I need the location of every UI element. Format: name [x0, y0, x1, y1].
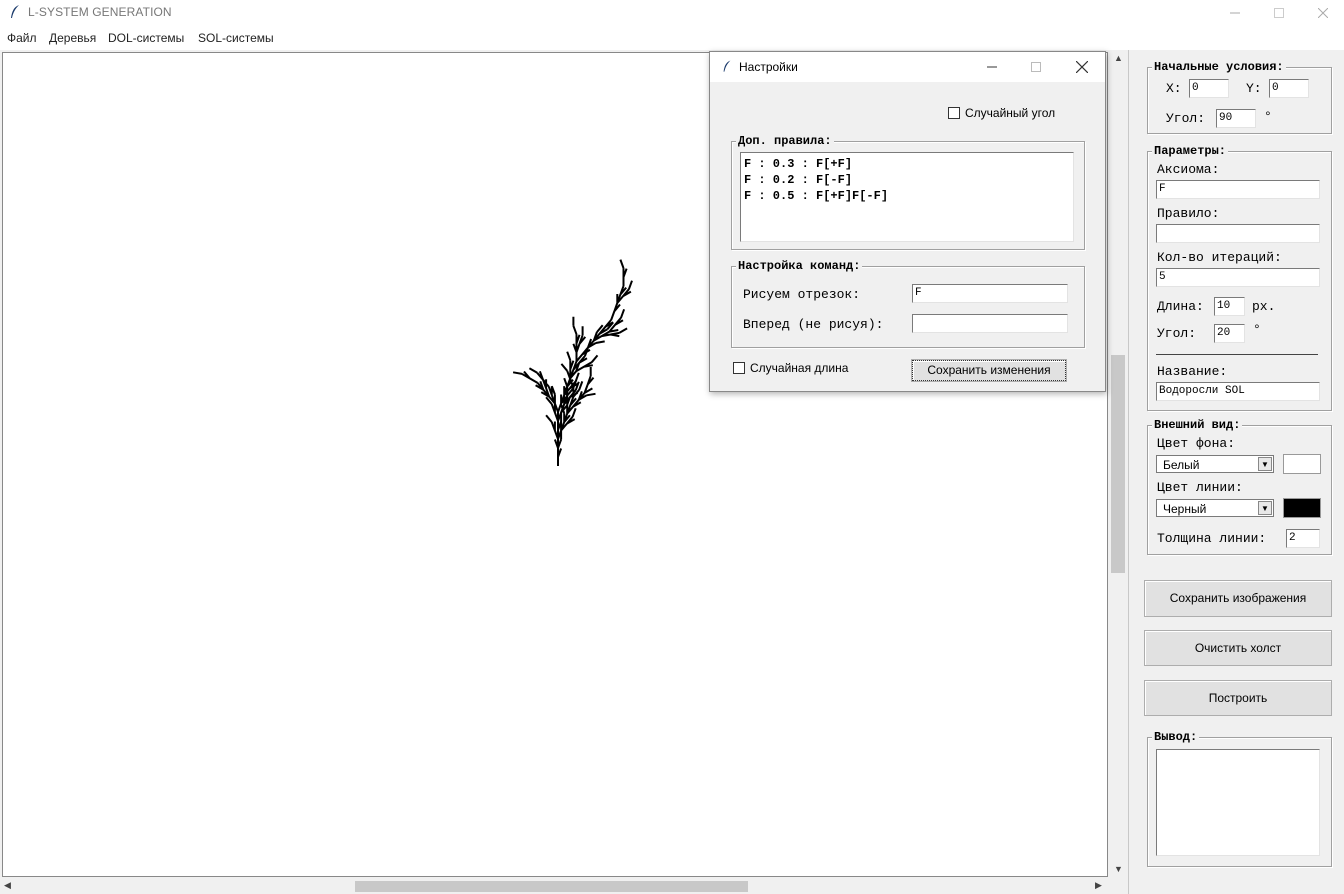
- x-label: X:: [1166, 81, 1182, 96]
- menu-bar: Файл Деревья DOL-системы SOL-системы: [0, 26, 1344, 50]
- scroll-left-icon[interactable]: ◀: [4, 880, 11, 891]
- rule-line: F : 0.5 : F[+F]F[-F]: [744, 189, 889, 203]
- minimize-icon: [1230, 12, 1240, 14]
- appearance-group: Внешний вид: Цвет фона: Белый ▼ Цвет лин…: [1147, 418, 1332, 555]
- y-input[interactable]: 0: [1269, 79, 1309, 98]
- feather-icon: [11, 5, 19, 18]
- scroll-right-icon[interactable]: ▶: [1095, 880, 1102, 891]
- line-color-select[interactable]: Черный ▼: [1156, 499, 1274, 517]
- draw-segment-input[interactable]: F: [912, 284, 1068, 303]
- commands-legend: Настройка команд:: [736, 259, 863, 273]
- dialog-minimize-button[interactable]: [969, 54, 1015, 80]
- name-input[interactable]: Водоросли SOL: [1156, 382, 1320, 401]
- commands-group: Настройка команд: Рисуем отрезок: F Впер…: [731, 259, 1085, 348]
- horizontal-scrollbar[interactable]: ◀ ▶: [0, 878, 1108, 894]
- rule-line: F : 0.2 : F[-F]: [744, 173, 853, 187]
- start-angle-input[interactable]: 90: [1216, 109, 1256, 128]
- random-length-checkbox[interactable]: [733, 362, 745, 374]
- dialog-close-button[interactable]: [1059, 54, 1105, 80]
- background-color-select[interactable]: Белый ▼: [1156, 455, 1274, 473]
- background-color-value: Белый: [1163, 458, 1200, 472]
- scroll-down-icon[interactable]: ▼: [1114, 864, 1123, 874]
- extra-rules-legend: Доп. правила:: [736, 134, 834, 148]
- appearance-legend: Внешний вид:: [1152, 418, 1243, 432]
- line-thickness-input[interactable]: 2: [1286, 529, 1320, 548]
- initial-conditions-legend: Начальные условия:: [1152, 60, 1286, 74]
- maximize-icon: [1274, 8, 1284, 18]
- parameters-group: Параметры: Аксиома: F Правило: Кол-во ит…: [1147, 144, 1332, 411]
- random-angle-label: Случайный угол: [965, 106, 1056, 120]
- clear-canvas-button[interactable]: Очистить холст: [1144, 630, 1332, 666]
- maximize-button[interactable]: [1256, 0, 1302, 26]
- length-label: Длина:: [1157, 299, 1204, 314]
- rule-label: Правило:: [1157, 206, 1220, 221]
- initial-conditions-group: Начальные условия: X: 0 Y: 0 Угол: 90 °: [1147, 60, 1332, 134]
- minimize-icon: [987, 66, 997, 68]
- iterations-input[interactable]: 5: [1156, 268, 1320, 287]
- dialog-maximize-button[interactable]: [1013, 54, 1059, 80]
- menu-sol-systems[interactable]: SOL-системы: [198, 31, 274, 45]
- background-color-label: Цвет фона:: [1157, 436, 1236, 451]
- close-icon: [1076, 61, 1088, 73]
- close-button[interactable]: [1300, 0, 1344, 26]
- dialog-title-bar: Настройки: [710, 52, 1105, 82]
- x-input[interactable]: 0: [1189, 79, 1229, 98]
- line-color-swatch: [1283, 498, 1321, 518]
- title-bar: L-SYSTEM GENERATION: [0, 0, 1344, 26]
- close-icon: [1318, 8, 1328, 18]
- angle-degree: °: [1253, 322, 1261, 337]
- menu-trees[interactable]: Деревья: [49, 31, 96, 45]
- plant-branches: [512, 259, 633, 466]
- length-unit: px.: [1252, 299, 1276, 314]
- iterations-label: Кол-во итераций:: [1157, 250, 1282, 265]
- line-color-value: Черный: [1163, 502, 1207, 516]
- save-image-button[interactable]: Сохранить изображения: [1144, 580, 1332, 617]
- vertical-scroll-thumb[interactable]: [1111, 355, 1125, 573]
- window-title: L-SYSTEM GENERATION: [28, 5, 172, 19]
- output-group: Вывод:: [1147, 730, 1332, 867]
- horizontal-scroll-thumb[interactable]: [355, 881, 748, 892]
- extra-rules-textarea[interactable]: F : 0.3 : F[+F] F : 0.2 : F[-F] F : 0.5 …: [740, 152, 1074, 242]
- name-label: Название:: [1157, 364, 1228, 379]
- background-color-swatch: [1283, 454, 1321, 474]
- feather-icon: [723, 60, 731, 72]
- line-thickness-label: Толщина линии:: [1157, 531, 1267, 546]
- maximize-icon: [1031, 62, 1041, 72]
- start-angle-label: Угол:: [1166, 111, 1206, 126]
- draw-segment-label: Рисуем отрезок:: [743, 287, 861, 302]
- move-forward-label: Вперед (не рисуя):: [743, 317, 884, 332]
- angle-label: Угол:: [1157, 326, 1197, 341]
- menu-dol-systems[interactable]: DOL-системы: [108, 31, 184, 45]
- dialog-title: Настройки: [739, 60, 798, 74]
- scroll-up-icon[interactable]: ▲: [1114, 53, 1123, 63]
- settings-dialog: Настройки Случайный угол Доп. правила: F…: [709, 51, 1106, 392]
- random-length-label: Случайная длина: [750, 361, 849, 375]
- extra-rules-group: Доп. правила: F : 0.3 : F[+F] F : 0.2 : …: [731, 134, 1085, 250]
- vertical-scrollbar[interactable]: ▲ ▼: [1109, 50, 1127, 878]
- dropdown-arrow-icon[interactable]: ▼: [1258, 457, 1272, 471]
- move-forward-input[interactable]: [912, 314, 1068, 333]
- output-textbox[interactable]: [1156, 749, 1320, 856]
- random-angle-checkbox[interactable]: [948, 107, 960, 119]
- menu-file[interactable]: Файл: [7, 31, 37, 45]
- axiom-input[interactable]: F: [1156, 180, 1320, 199]
- separator: [1156, 354, 1318, 355]
- y-label: Y:: [1246, 81, 1262, 96]
- parameters-legend: Параметры:: [1152, 144, 1229, 158]
- build-button[interactable]: Построить: [1144, 680, 1332, 716]
- angle-input[interactable]: 20: [1214, 324, 1245, 343]
- length-input[interactable]: 10: [1214, 297, 1245, 316]
- start-angle-degree: °: [1264, 109, 1272, 124]
- axiom-label: Аксиома:: [1157, 162, 1220, 177]
- control-panel: Начальные условия: X: 0 Y: 0 Угол: 90 ° …: [1128, 50, 1344, 894]
- minimize-button[interactable]: [1212, 0, 1258, 26]
- rule-line: F : 0.3 : F[+F]: [744, 157, 853, 171]
- rule-input[interactable]: [1156, 224, 1320, 243]
- dropdown-arrow-icon[interactable]: ▼: [1258, 501, 1272, 515]
- save-changes-button[interactable]: Сохранить изменения: [911, 359, 1067, 382]
- line-color-label: Цвет линии:: [1157, 480, 1243, 495]
- output-legend: Вывод:: [1152, 730, 1200, 744]
